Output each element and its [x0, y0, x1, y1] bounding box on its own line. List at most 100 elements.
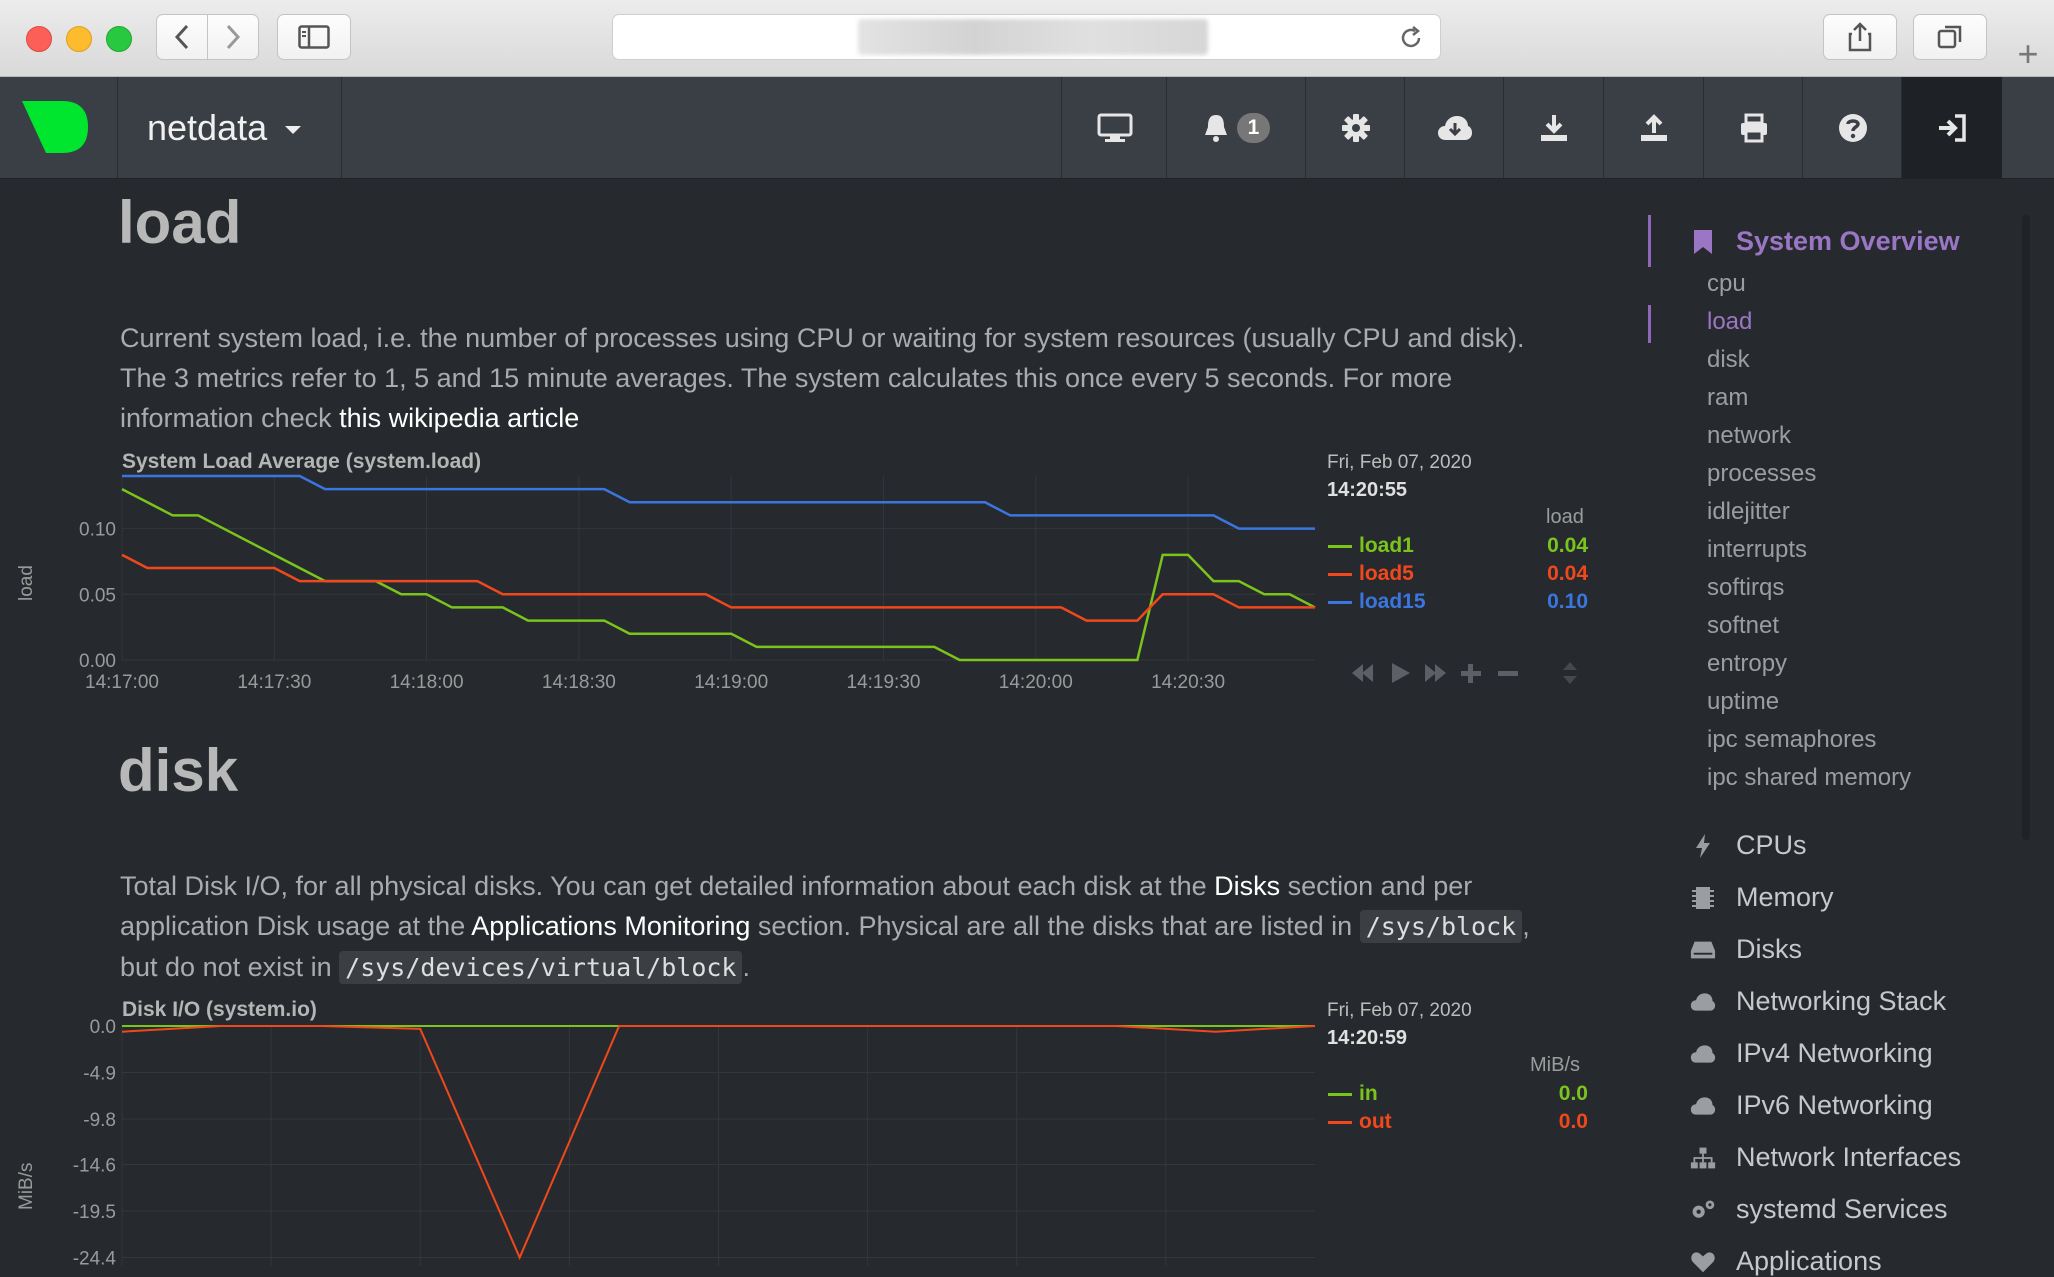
load-legend-unit: load [1546, 506, 1584, 528]
load-x-tick: 14:19:30 [847, 672, 921, 690]
server-selector[interactable]: netdata [117, 77, 342, 178]
sidebar-section-label: IPv4 Networking [1736, 1038, 1933, 1068]
new-tab-button[interactable]: + [2010, 36, 2046, 72]
sidebar-item-interrupts[interactable]: interrupts [1707, 536, 1807, 564]
sidebar-item-ipc-semaphores[interactable]: ipc semaphores [1707, 726, 1876, 754]
reload-icon[interactable] [1398, 25, 1424, 51]
sidebar-item-cpu[interactable]: cpu [1707, 270, 1746, 298]
address-bar[interactable] [612, 14, 1441, 60]
sidebar-section-disks[interactable]: Disks [1690, 934, 1802, 965]
url-text-blurred [858, 19, 1208, 55]
sidebar-item-ipc-shared-memory[interactable]: ipc shared memory [1707, 764, 1911, 792]
alarm-count-badge: 1 [1236, 112, 1271, 143]
sidebar-section-cpus[interactable]: CPUs [1690, 830, 1807, 861]
netdata-logo-icon [22, 101, 88, 153]
zoom-in-icon[interactable] [1461, 664, 1481, 683]
print-button[interactable] [1703, 77, 1803, 178]
sidebar-item-processes[interactable]: processes [1707, 460, 1816, 488]
cloud-icon [1690, 1093, 1716, 1119]
heartbeat-icon [1690, 1249, 1716, 1275]
sidebar-item-uptime[interactable]: uptime [1707, 688, 1779, 716]
download-button[interactable] [1503, 77, 1604, 178]
zoom-window-button[interactable] [106, 26, 132, 52]
close-window-button[interactable] [26, 26, 52, 52]
settings-button[interactable] [1305, 77, 1405, 178]
gears-icon [1690, 1197, 1716, 1223]
sidebar-scrollbar[interactable] [2022, 215, 2030, 840]
load-x-tick: 14:20:00 [999, 672, 1073, 690]
sidebar-section-systemd-services[interactable]: systemd Services [1690, 1194, 1948, 1225]
sidebar-item-disk[interactable]: disk [1707, 346, 1750, 374]
app-name: netdata [147, 106, 268, 148]
disk-chart[interactable]: 0.0 -4.9 -9.8 -14.6 -19.5 -24.4 [0, 1010, 1330, 1266]
sidebar-section-memory[interactable]: Memory [1690, 882, 1834, 913]
wikipedia-link[interactable]: this wikipedia article [339, 403, 579, 433]
sidebar-item-ram[interactable]: ram [1707, 384, 1748, 412]
load-chart[interactable]: 14:17:00 14:17:30 14:18:00 14:18:30 14:19:00… [0, 460, 1330, 690]
upload-button[interactable] [1603, 77, 1704, 178]
sidebar-item-softirqs[interactable]: softirqs [1707, 574, 1784, 602]
fast-forward-icon[interactable] [1425, 664, 1446, 682]
browser-toolbar: + [0, 0, 2054, 77]
rewind-icon[interactable] [1352, 664, 1373, 682]
sidebar-section-ipv4-networking[interactable]: IPv4 Networking [1690, 1038, 1933, 1069]
minimize-window-button[interactable] [66, 26, 92, 52]
out-legend-swatch [1328, 1121, 1352, 1124]
sys-block-code: /sys/block [1359, 910, 1523, 943]
sidebar-item-entropy[interactable]: entropy [1707, 650, 1787, 678]
load5-legend-swatch [1328, 573, 1352, 576]
load5-legend-value: 0.04 [1547, 562, 1588, 585]
sidebar-section-label: systemd Services [1736, 1194, 1948, 1224]
forward-button[interactable] [207, 14, 259, 60]
out-legend-name[interactable]: out [1359, 1110, 1392, 1134]
cloud-download-button[interactable] [1404, 77, 1504, 178]
load5-legend-name[interactable]: load5 [1359, 562, 1414, 586]
sidebar-item-network[interactable]: network [1707, 422, 1791, 450]
disk-y-tick: -4.9 [83, 1064, 116, 1085]
in-legend-value: 0.0 [1558, 1082, 1588, 1105]
netdata-navbar: netdata 1 [0, 77, 2054, 179]
memory-chip-icon [1690, 885, 1716, 911]
sidebar-section-network-interfaces[interactable]: Network Interfaces [1690, 1142, 1961, 1173]
load15-legend-name[interactable]: load15 [1359, 590, 1426, 614]
hdd-icon [1690, 937, 1716, 963]
load-x-tick: 14:18:30 [542, 672, 616, 690]
alarms-button[interactable]: 1 [1166, 77, 1306, 178]
back-button[interactable] [156, 14, 208, 60]
tabs-overview-button[interactable] [1913, 14, 1987, 60]
applications-monitoring-link[interactable]: Applications Monitoring [471, 911, 750, 941]
sidebar-item-idlejitter[interactable]: idlejitter [1707, 498, 1790, 526]
sys-devices-virtual-block-code: /sys/devices/virtual/block [339, 951, 743, 984]
sidebar-section-networking-stack[interactable]: Networking Stack [1690, 986, 1946, 1017]
sidebar-active-indicator [1648, 305, 1651, 343]
sidebar-system-overview[interactable]: System Overview [1690, 226, 1960, 257]
share-button[interactable] [1823, 14, 1897, 60]
load5-series-line [121, 553, 1315, 622]
nodes-button[interactable] [1061, 77, 1167, 178]
disks-link[interactable]: Disks [1214, 871, 1280, 901]
sidebar-item-load[interactable]: load [1707, 308, 1752, 336]
play-icon[interactable] [1392, 663, 1410, 683]
bookmark-icon [1690, 229, 1716, 255]
load-x-tick: 14:20:30 [1151, 672, 1225, 690]
sidebar-section-label: Applications [1736, 1246, 1882, 1276]
sidebar-toggle-button[interactable] [277, 14, 351, 60]
chart-toolbox [1352, 662, 1577, 684]
load-x-tick: 14:17:00 [85, 672, 159, 690]
load1-legend-name[interactable]: load1 [1359, 534, 1414, 558]
sidebar-section-ipv6-networking[interactable]: IPv6 Networking [1690, 1090, 1933, 1121]
load-x-tick: 14:18:00 [390, 672, 464, 690]
zoom-out-icon[interactable] [1498, 671, 1518, 676]
sign-in-button[interactable] [1901, 77, 2002, 178]
sidebar-section-label: Disks [1736, 934, 1802, 964]
in-legend-name[interactable]: in [1359, 1082, 1378, 1106]
netdata-logo[interactable] [0, 77, 118, 178]
resize-handle-icon[interactable] [1563, 662, 1577, 684]
in-legend-swatch [1328, 1093, 1352, 1096]
help-button[interactable] [1802, 77, 1902, 178]
disk-y-tick: -14.6 [73, 1156, 116, 1177]
sidebar-section-applications[interactable]: Applications [1690, 1246, 1882, 1277]
bell-icon [1204, 114, 1227, 142]
sidebar-item-softnet[interactable]: softnet [1707, 612, 1779, 640]
load15-legend-swatch [1328, 601, 1352, 604]
